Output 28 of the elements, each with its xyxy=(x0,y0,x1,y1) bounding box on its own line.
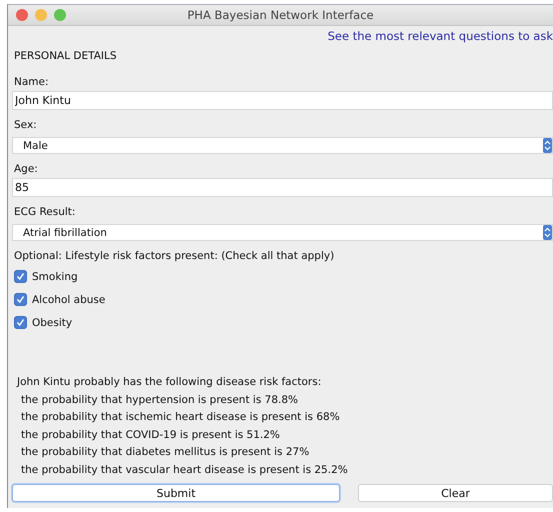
checkbox-label: Alcohol abuse xyxy=(32,294,106,306)
result-line: the probability that vascular heart disease is present is 25.2% xyxy=(20,462,349,478)
clear-button[interactable]: Clear xyxy=(358,484,553,502)
questions-link[interactable]: See the most relevant questions to ask xyxy=(328,29,553,43)
checkbox-label: Smoking xyxy=(32,270,78,282)
checkbox[interactable] xyxy=(14,270,27,283)
stepper-icon xyxy=(543,138,552,153)
result-line: the probability that COVID-19 is present is 51.2% xyxy=(20,428,281,442)
dropdown[interactable]: Atrial fibrillation xyxy=(12,224,553,241)
submit-button[interactable]: Submit xyxy=(12,484,340,502)
field-label: ECG Result: xyxy=(13,205,76,220)
window-title: PHA Bayesian Network Interface xyxy=(187,8,374,22)
result-line: the probability that ischemic heart disease is present is 68% xyxy=(20,410,341,425)
results-heading: John Kintu probably has the following disease risk factors: xyxy=(17,375,322,390)
lifestyle-label: Optional: Lifestyle risk factors present: (Check all that apply) xyxy=(13,249,336,264)
checkbox[interactable] xyxy=(14,316,27,329)
dropdown[interactable]: Male xyxy=(12,137,553,154)
checkbox[interactable] xyxy=(14,293,27,306)
field-label: Name: xyxy=(13,75,50,90)
result-line: the probability that hypertension is present is 78.8% xyxy=(20,392,299,408)
field-label: Sex: xyxy=(13,118,38,133)
input-field[interactable]: 85 xyxy=(12,178,553,197)
checkbox-label: Obesity xyxy=(32,316,72,328)
field-label: Age: xyxy=(13,162,39,177)
stepper-icon xyxy=(543,225,552,240)
result-line: the probability that diabetes mellitus is present is 27% xyxy=(20,445,310,460)
close-icon[interactable] xyxy=(16,9,28,21)
section-title: PERSONAL DETAILS xyxy=(13,49,118,64)
